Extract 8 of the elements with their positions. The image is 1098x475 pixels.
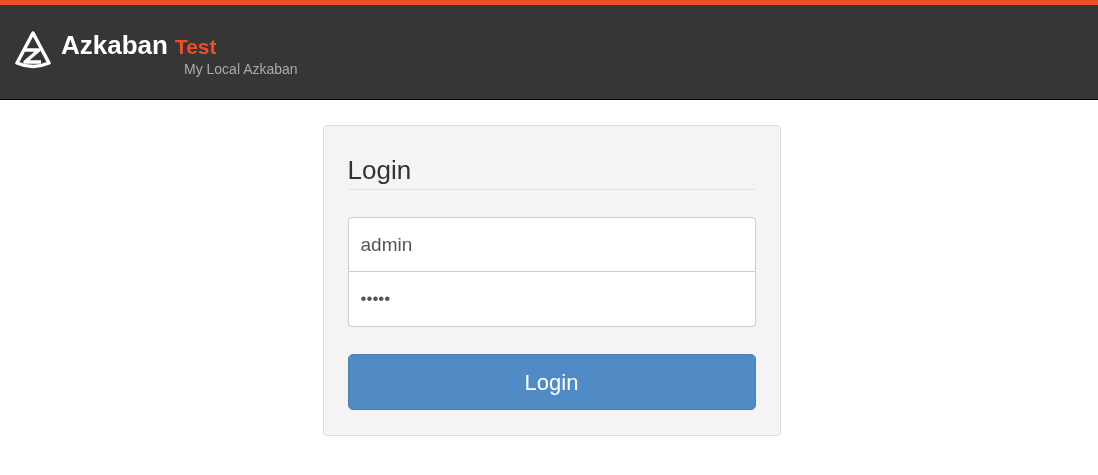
- logo-icon: [13, 30, 53, 70]
- login-title: Login: [347, 154, 756, 190]
- subtitle: My Local Azkaban: [184, 59, 298, 79]
- login-button[interactable]: Login: [347, 354, 756, 410]
- brand-name: Azkaban: [61, 29, 168, 62]
- password-field[interactable]: •••••: [347, 272, 756, 327]
- username-field[interactable]: admin: [347, 217, 756, 272]
- environment-label: Test: [174, 34, 217, 60]
